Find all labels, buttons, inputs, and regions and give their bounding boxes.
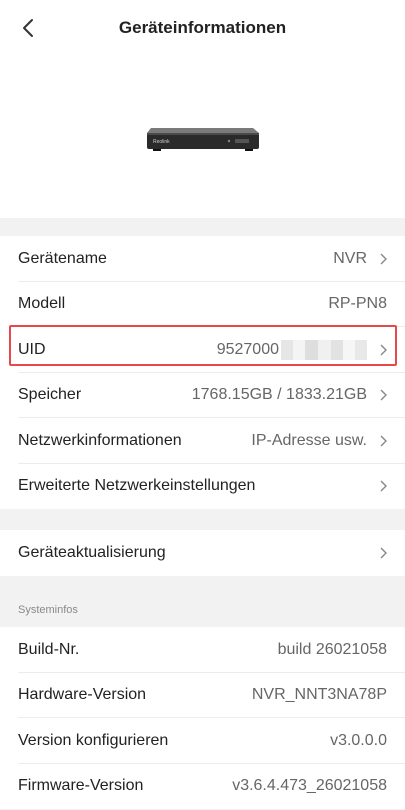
- model-value: RP-PN8: [328, 295, 387, 313]
- row-storage[interactable]: Speicher 1768.15GB / 1833.21GB: [0, 373, 405, 419]
- build-number-value: build 26021058: [277, 640, 387, 658]
- config-version-value: v3.0.0.0: [330, 731, 387, 749]
- row-model: Modell RP-PN8: [0, 282, 405, 328]
- row-hardware-version: Hardware-Version NVR_NNT3NA78P: [0, 673, 405, 719]
- nvr-device-image: Reolink: [147, 128, 259, 151]
- row-config-version: Version konfigurieren v3.0.0.0: [0, 718, 405, 764]
- device-brand-text: Reolink: [153, 139, 170, 145]
- device-update-label: Geräteaktualisierung: [18, 543, 166, 561]
- model-label: Modell: [18, 295, 66, 313]
- device-image-panel: Reolink: [0, 55, 405, 218]
- uid-redacted-blur: [281, 339, 367, 360]
- network-info-label: Netzwerkinformationen: [18, 431, 182, 449]
- device-info-list: Gerätename NVR Modell RP-PN8 UID 9527000…: [0, 236, 405, 509]
- system-info-caption: Systeminfos: [18, 604, 78, 616]
- system-info-list: Build-Nr. build 26021058 Hardware-Versio…: [0, 627, 405, 809]
- row-advanced-network[interactable]: Erweiterte Netzwerkeinstellungen: [0, 464, 405, 510]
- row-uid[interactable]: UID 9527000: [0, 327, 405, 373]
- row-network-info[interactable]: Netzwerkinformationen IP-Adresse usw.: [0, 418, 405, 464]
- row-build-number: Build-Nr. build 26021058: [0, 627, 405, 673]
- top-bar: Geräteinformationen: [0, 0, 405, 55]
- row-firmware-version: Firmware-Version v3.6.4.473_26021058: [0, 764, 405, 810]
- storage-label: Speicher: [18, 386, 82, 404]
- chevron-right-icon: [375, 252, 387, 266]
- network-info-value: IP-Adresse usw.: [251, 431, 367, 449]
- device-name-label: Gerätename: [18, 249, 107, 267]
- advanced-network-label: Erweiterte Netzwerkeinstellungen: [18, 477, 256, 495]
- chevron-right-icon: [375, 479, 387, 493]
- row-device-update[interactable]: Geräteaktualisierung: [0, 530, 405, 576]
- config-version-label: Version konfigurieren: [18, 731, 169, 749]
- firmware-version-value: v3.6.4.473_26021058: [232, 777, 387, 795]
- update-section: Geräteaktualisierung: [0, 530, 405, 576]
- chevron-right-icon: [375, 546, 387, 560]
- storage-value: 1768.15GB / 1833.21GB: [191, 386, 367, 404]
- firmware-version-label: Firmware-Version: [18, 777, 144, 795]
- row-device-name[interactable]: Gerätename NVR: [0, 236, 405, 282]
- chevron-right-icon: [375, 434, 387, 448]
- hardware-version-value: NVR_NNT3NA78P: [251, 686, 387, 704]
- chevron-right-icon: [375, 388, 387, 402]
- hardware-version-label: Hardware-Version: [18, 686, 147, 704]
- uid-visible-part: 9527000: [216, 340, 279, 358]
- page-title: Geräteinformationen: [118, 18, 287, 37]
- uid-label: UID: [18, 340, 46, 358]
- device-name-value: NVR: [333, 249, 367, 267]
- chevron-right-icon: [375, 343, 387, 357]
- build-number-label: Build-Nr.: [18, 640, 80, 658]
- uid-value: 9527000: [216, 339, 367, 360]
